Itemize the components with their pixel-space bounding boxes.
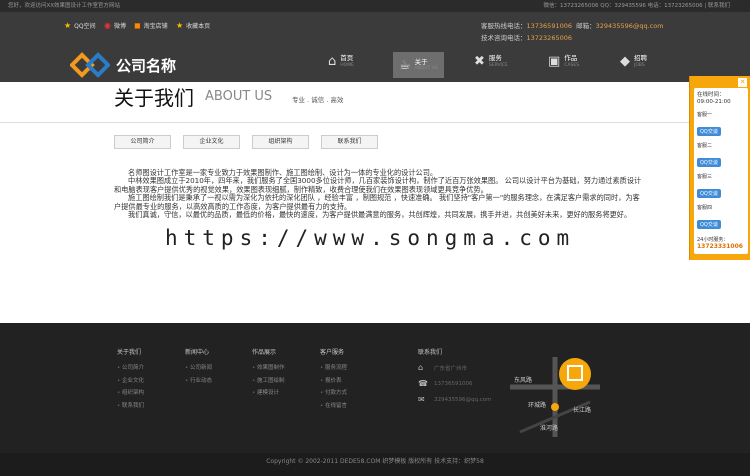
- tab-structure[interactable]: 组织架构: [252, 135, 309, 149]
- watermark: https://www.songma.com: [165, 226, 576, 250]
- fav-weibo[interactable]: ◉ 微博: [104, 21, 126, 30]
- footer-col-news: 新闻中心 公司新闻 行业动态: [185, 347, 212, 387]
- camera-icon: ▣: [548, 54, 561, 69]
- box-icon: ◆: [620, 54, 630, 69]
- qq-chat-button[interactable]: QQ交谈: [697, 220, 721, 229]
- cup-icon: ☕: [399, 57, 411, 73]
- nav-cases[interactable]: ▣ 作品 CASES: [548, 54, 579, 69]
- footer-link[interactable]: 建模设计: [252, 387, 285, 400]
- tech-hotline: 技术咨询电话：13723265006: [481, 34, 572, 42]
- nav-jobs[interactable]: ◆ 招聘 JOBS: [620, 54, 647, 69]
- footer-link[interactable]: 公司新闻: [185, 362, 212, 375]
- fav-bookmark[interactable]: ★ 收藏本页: [176, 21, 210, 30]
- location-map[interactable]: 东风路 环城路 淮河路 长江路: [500, 352, 610, 442]
- qq-agent: 客服一: [697, 112, 713, 118]
- qq-panel-body: 在线时间： 09:00-21:00 客服一 QQ交谈 客服二 QQ交谈 客服三 QQ交…: [694, 88, 748, 254]
- star-icon: ★: [176, 21, 184, 30]
- divider: [0, 122, 750, 123]
- footer-link[interactable]: 付款方式: [320, 387, 347, 400]
- qq-agent: 客服四: [697, 205, 713, 211]
- footer-link[interactable]: 行业动态: [185, 375, 212, 388]
- page-title: 关于我们: [114, 86, 194, 110]
- rss-icon: ◼: [134, 21, 141, 30]
- qq-agent: 客服二: [697, 143, 713, 149]
- sub-tabs: 公司简介 企业文化 组织架构 联系我们: [114, 135, 378, 149]
- page-title-english: ABOUT US: [205, 89, 273, 104]
- map-pin-icon: [551, 403, 559, 411]
- road-label: 环城路: [528, 401, 546, 409]
- footer-link[interactable]: 服务流程: [320, 362, 347, 375]
- paragraph: 我们真诚，守信，以最优的品质，最低的价格，最快的速度，为客户提供最满意的服务，共…: [128, 210, 632, 220]
- footer-link[interactable]: 施工图绘制: [252, 375, 285, 388]
- welcome-text: 您好，欢迎访问XX效果图设计工作室官方网站: [8, 3, 121, 9]
- nav-service[interactable]: ✖ 服务 SERVICE: [474, 54, 508, 69]
- star-icon: ★: [64, 21, 72, 30]
- qq-agent: 客服三: [697, 174, 713, 180]
- qq-tel-label: 24小时服务：: [697, 237, 729, 243]
- footer-link[interactable]: 企业文化: [117, 375, 144, 388]
- qq-tel: 13723331006: [697, 243, 743, 250]
- mail-icon: ✉: [418, 395, 425, 404]
- qq-chat-button[interactable]: QQ交谈: [697, 158, 721, 167]
- tools-icon: ✖: [474, 54, 485, 69]
- tab-intro[interactable]: 公司简介: [114, 135, 171, 149]
- footer-col-service: 客户服务 服务流程 报价表 付款方式 在线留言: [320, 347, 347, 412]
- qq-hours-label: 在线时间：: [697, 92, 725, 98]
- footer-contact: 联系我们 ⌂ 广东省广州市 ☎ 13736591006 ✉ 329435596@qq.…: [418, 349, 492, 404]
- qq-hours: 09:00-21:00: [697, 99, 731, 105]
- qq-chat-button[interactable]: QQ交谈: [697, 189, 721, 198]
- weibo-icon: ◉: [104, 21, 111, 30]
- footer: 关于我们 公司简介 企业文化 组织架构 联系我们 新闻中心 公司新闻 行业动态 …: [0, 323, 750, 453]
- top-right-info: 微信：13723265006 QQ：329435596 电话：137232650…: [543, 3, 730, 9]
- footer-col-about: 关于我们 公司简介 企业文化 组织架构 联系我们: [117, 347, 144, 412]
- home-icon: ⌂: [418, 363, 424, 372]
- building-icon: [559, 358, 591, 390]
- road-label: 长江路: [573, 406, 591, 414]
- header: ★ QQ空间 ◉ 微博 ◼ 淘宝店铺 ★ 收藏本页 客服热线电话：13736591006…: [0, 12, 750, 82]
- logo[interactable]: 公司名称: [70, 50, 176, 80]
- road-label: 淮河路: [540, 424, 558, 432]
- footer-link[interactable]: 效果图制作: [252, 362, 285, 375]
- qq-float-panel: ✕ 在线时间： 09:00-21:00 客服一 QQ交谈 客服二 QQ交谈 客服三 Q…: [689, 76, 750, 260]
- tab-contact[interactable]: 联系我们: [321, 135, 378, 149]
- tab-culture[interactable]: 企业文化: [183, 135, 240, 149]
- footer-link[interactable]: 在线留言: [320, 400, 347, 413]
- top-bar: 您好，欢迎访问XX效果图设计工作室官方网站 微信：13723265006 QQ：…: [0, 0, 750, 12]
- nav-about[interactable]: ☕ 关于 ABOUT US: [393, 52, 444, 78]
- footer-link[interactable]: 组织架构: [117, 387, 144, 400]
- logo-icon: [70, 52, 110, 78]
- road-label: 东风路: [514, 376, 532, 384]
- footer-link[interactable]: 联系我们: [117, 400, 144, 413]
- logo-text: 公司名称: [116, 56, 177, 75]
- footer-link[interactable]: 公司简介: [117, 362, 144, 375]
- copyright: Copyright © 2002-2011 DEDE58.COM 织梦模板 版权…: [0, 453, 750, 476]
- phone-icon: ☎: [418, 379, 428, 388]
- paragraph: 中林效果图成立于2010年，四年来，我们服务了全国3000多位设计师，几百家装饰…: [114, 176, 642, 194]
- footer-link[interactable]: 报价表: [320, 375, 347, 388]
- hotline: 客服热线电话：13736591006 邮箱：329435596@qq.com: [481, 22, 664, 30]
- page-slogan: 专业 . 诚信 . 高效: [292, 96, 344, 104]
- qq-chat-button[interactable]: QQ交谈: [697, 127, 721, 136]
- fav-qzone[interactable]: ★ QQ空间: [64, 21, 96, 30]
- paragraph: 施工图绘制我们是秉承了一视以需为深化为依托的深化团队 ，经验丰富 ，制图规范 ，…: [114, 193, 640, 211]
- nav-home[interactable]: ⌂ 首页 HOME: [328, 54, 354, 69]
- home-icon: ⌂: [328, 54, 337, 69]
- about-content: 名师图设计工作室是一家专业致力于效果图制作、施工图绘制、设计为一体的专业化的设计…: [114, 168, 644, 220]
- close-icon[interactable]: ✕: [738, 78, 747, 87]
- footer-col-works: 作品展示 效果图制作 施工图绘制 建模设计: [252, 347, 285, 400]
- fav-taobao[interactable]: ◼ 淘宝店铺: [134, 21, 168, 30]
